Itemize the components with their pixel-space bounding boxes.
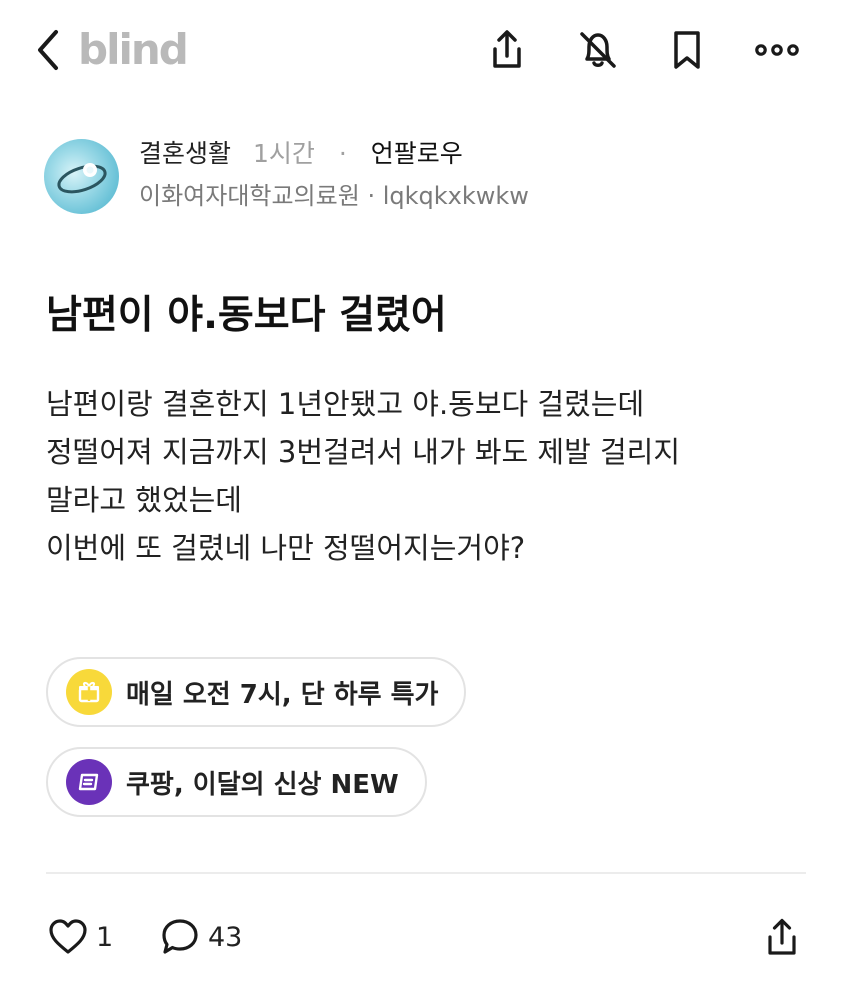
author-line-secondary: 이화여자대학교의료원 · lqkqkxkwkw xyxy=(139,179,529,213)
like-button[interactable]: 1 xyxy=(46,912,113,962)
gift-icon xyxy=(66,669,112,715)
post-body-line: 남편이랑 결혼한지 1년안됐고 야.동보다 걸렸는데 xyxy=(46,387,645,421)
unfollow-button[interactable]: 언팔로우 xyxy=(371,139,463,168)
comment-icon xyxy=(162,919,198,954)
post-title: 남편이 야.동보다 걸렸어 xyxy=(46,293,447,338)
post-actions-bar: 1 43 xyxy=(0,900,850,980)
board-avatar[interactable] xyxy=(44,139,119,214)
post-author: 결혼생활 1시간 · 언팔로우 이화여자대학교의료원 · lqkqkxkwkw xyxy=(44,137,804,217)
promo-chip-daily-deal[interactable]: 매일 오전 7시, 단 하루 특가 xyxy=(46,657,467,727)
share-icon xyxy=(768,918,796,955)
top-navigation-bar: blind xyxy=(0,0,850,100)
post-body-line: 이번에 또 걸렸네 나만 정떨어지는거야? xyxy=(46,531,526,565)
comment-count: 43 xyxy=(208,921,243,953)
heart-icon xyxy=(49,919,87,954)
more-icon[interactable] xyxy=(752,25,802,75)
back-chevron-icon[interactable] xyxy=(30,26,70,74)
like-count: 1 xyxy=(96,921,114,953)
promo-chip-label: 매일 오전 7시, 단 하루 특가 xyxy=(126,679,439,710)
promo-chip-coupang-new[interactable]: 쿠팡, 이달의 신상 NEW xyxy=(46,747,427,817)
board-name[interactable]: 결혼생활 xyxy=(139,139,231,168)
comment-button[interactable]: 43 xyxy=(158,912,242,962)
author-meta-separator: · xyxy=(359,182,383,210)
separator-dot: · xyxy=(338,139,347,168)
share-post-button[interactable] xyxy=(760,912,804,962)
bell-off-icon[interactable] xyxy=(573,25,623,75)
post-body-line: 말라고 했었는데 xyxy=(46,483,242,517)
author-company: 이화여자대학교의료원 xyxy=(139,182,360,210)
coupon-icon xyxy=(66,759,112,805)
footer-divider xyxy=(46,872,806,874)
promo-chip-label: 쿠팡, 이달의 신상 NEW xyxy=(126,769,399,800)
blind-logo: blind xyxy=(78,25,189,74)
post-time: 1시간 xyxy=(252,139,315,168)
bookmark-icon[interactable] xyxy=(662,25,712,75)
post-body-line: 정떨어져 지금까지 3번걸려서 내가 봐도 제발 걸리지 xyxy=(46,435,681,469)
author-line-primary: 결혼생활 1시간 · 언팔로우 xyxy=(139,137,463,171)
post-body: 남편이랑 결혼한지 1년안됐고 야.동보다 걸렸는데 정떨어져 지금까지 3번걸… xyxy=(46,380,816,572)
share-icon[interactable] xyxy=(482,25,532,75)
author-username: lqkqkxkwkw xyxy=(382,182,529,210)
